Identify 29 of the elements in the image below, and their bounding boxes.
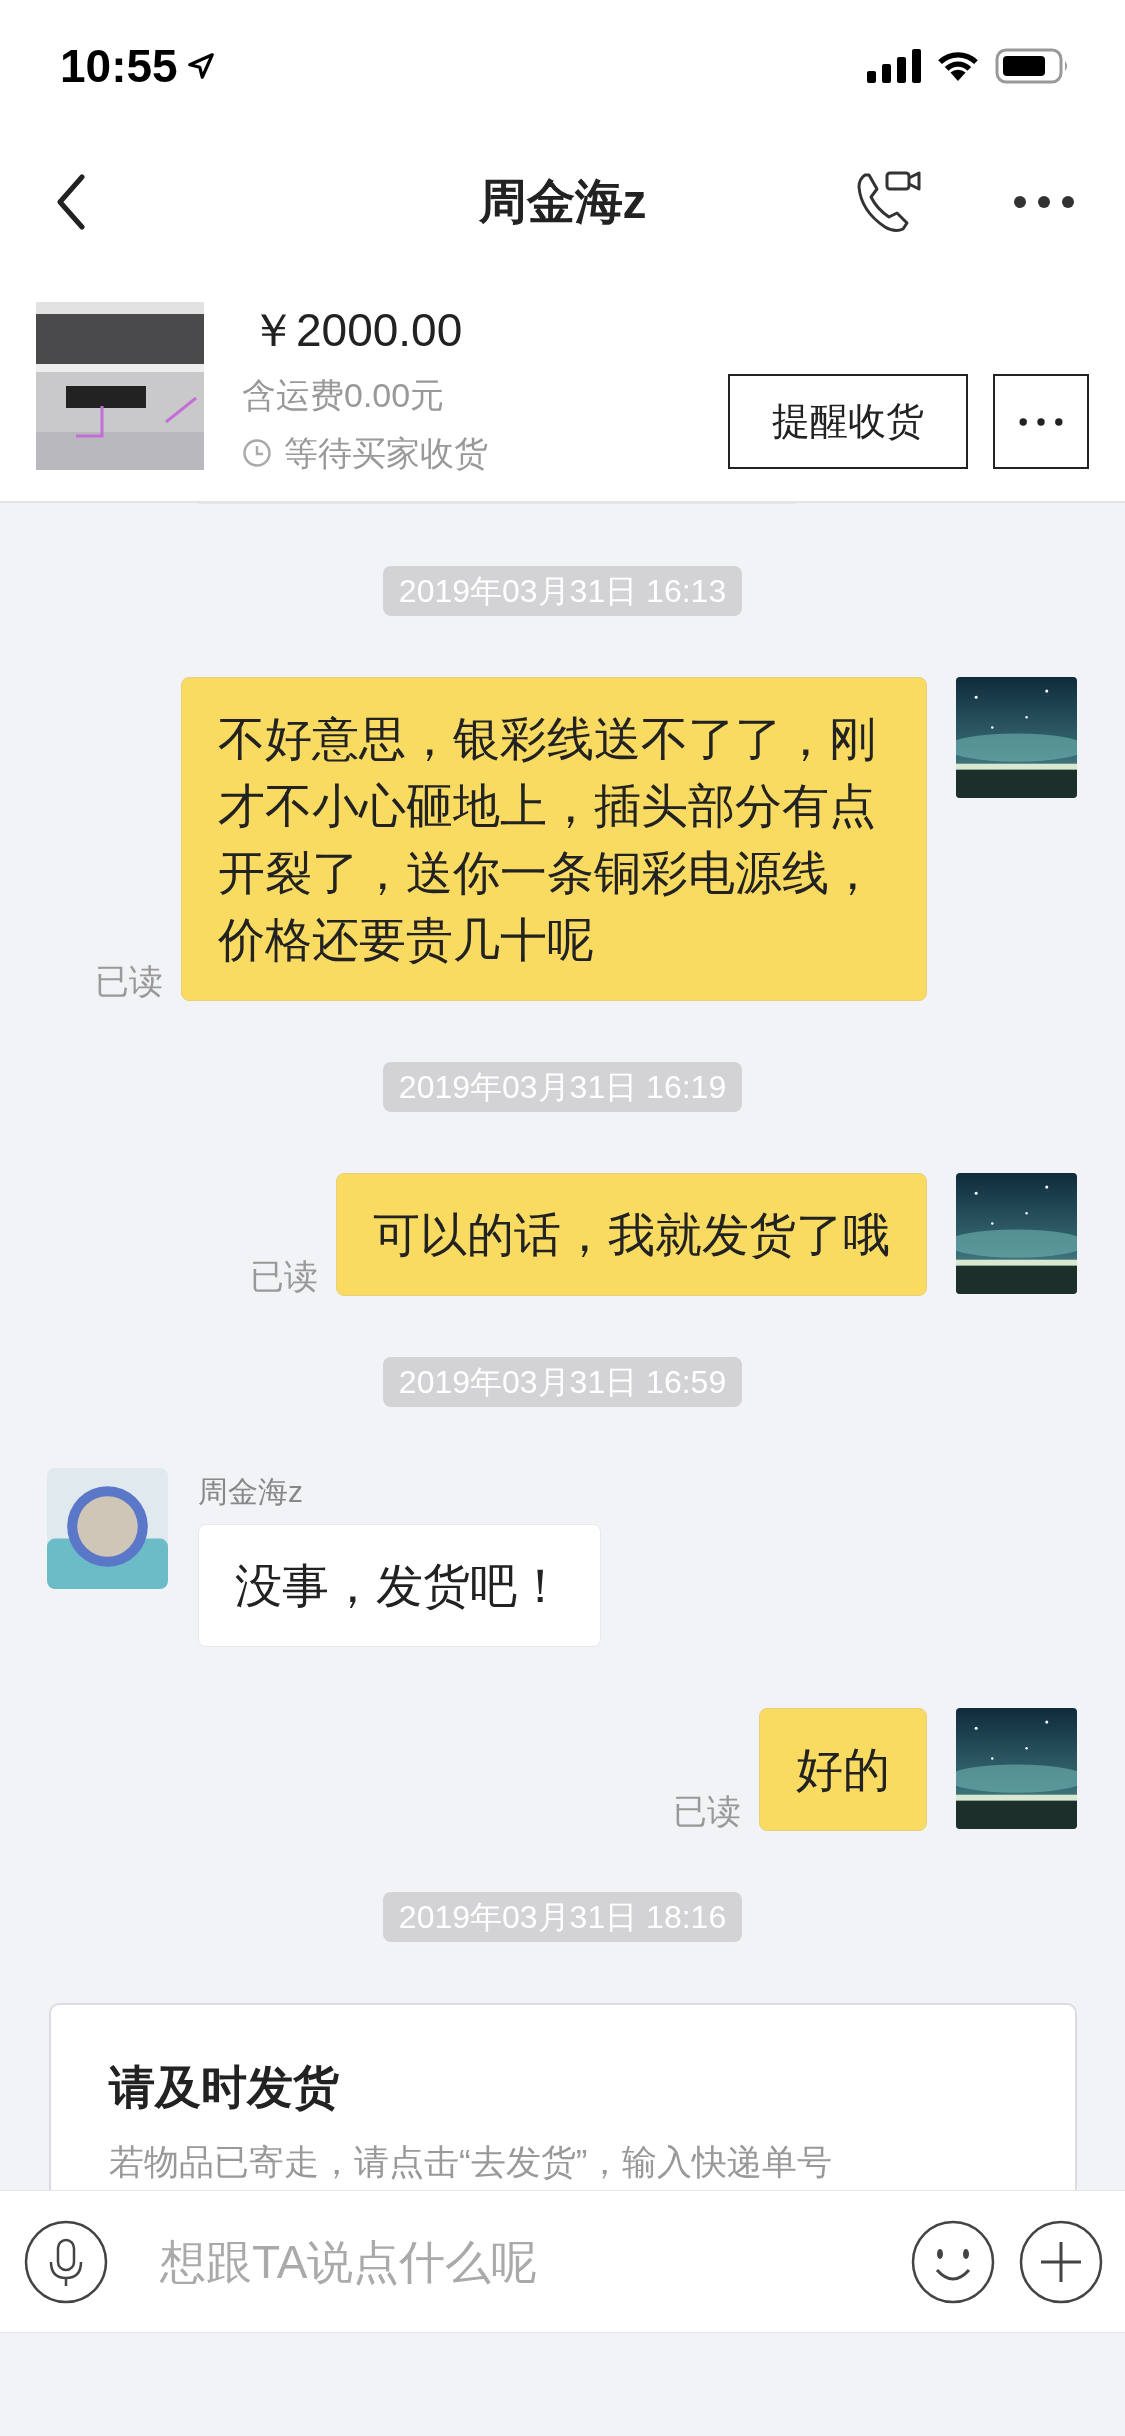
message-bubble: 不好意思，银彩线送不了了，刚才不小心砸地上，插头部分有点开裂了，送你一条铜彩电源线，价格还要贵几十呢 <box>181 677 927 1001</box>
more-icon <box>1018 415 1064 428</box>
price: ￥2000.00 <box>250 303 464 358</box>
chat-title: 周金海z <box>478 174 647 230</box>
read-receipt: 已读 <box>95 961 163 1001</box>
remind-button[interactable]: 提醒收货 <box>728 374 968 469</box>
microphone-icon[interactable] <box>24 2219 108 2304</box>
battery-icon <box>995 48 1069 84</box>
more-icon[interactable] <box>1013 195 1075 209</box>
card-title: 请及时发货 <box>109 2060 340 2115</box>
order-status: 等待买家收货 <box>284 433 488 474</box>
plus-icon[interactable] <box>1019 2219 1103 2304</box>
wifi-icon <box>935 49 981 83</box>
input-bar[interactable]: 想跟TA说点什么呢 <box>0 2190 1125 2333</box>
message-bubble: 好的 <box>759 1708 927 1831</box>
read-receipt: 已读 <box>673 1791 741 1831</box>
sender-name: 周金海z <box>198 1474 304 1510</box>
message-bubble: 可以的话，我就发货了哦 <box>336 1173 927 1296</box>
read-receipt: 已读 <box>250 1256 318 1296</box>
back-icon[interactable] <box>56 174 86 230</box>
more-button[interactable] <box>993 374 1089 469</box>
clock-time: 10:55 <box>60 39 178 93</box>
shipping-fee: 含运费0.00元 <box>242 375 446 416</box>
signal-icon <box>867 49 921 83</box>
smiley-icon[interactable] <box>911 2219 995 2304</box>
clock-icon <box>242 438 272 468</box>
location-arrow-icon <box>185 51 216 81</box>
card-text: 若物品已寄走，请点击“去发货”，输入快递单号 <box>109 2141 834 2183</box>
message-bubble: 没事，发货吧！ <box>198 1524 601 1647</box>
